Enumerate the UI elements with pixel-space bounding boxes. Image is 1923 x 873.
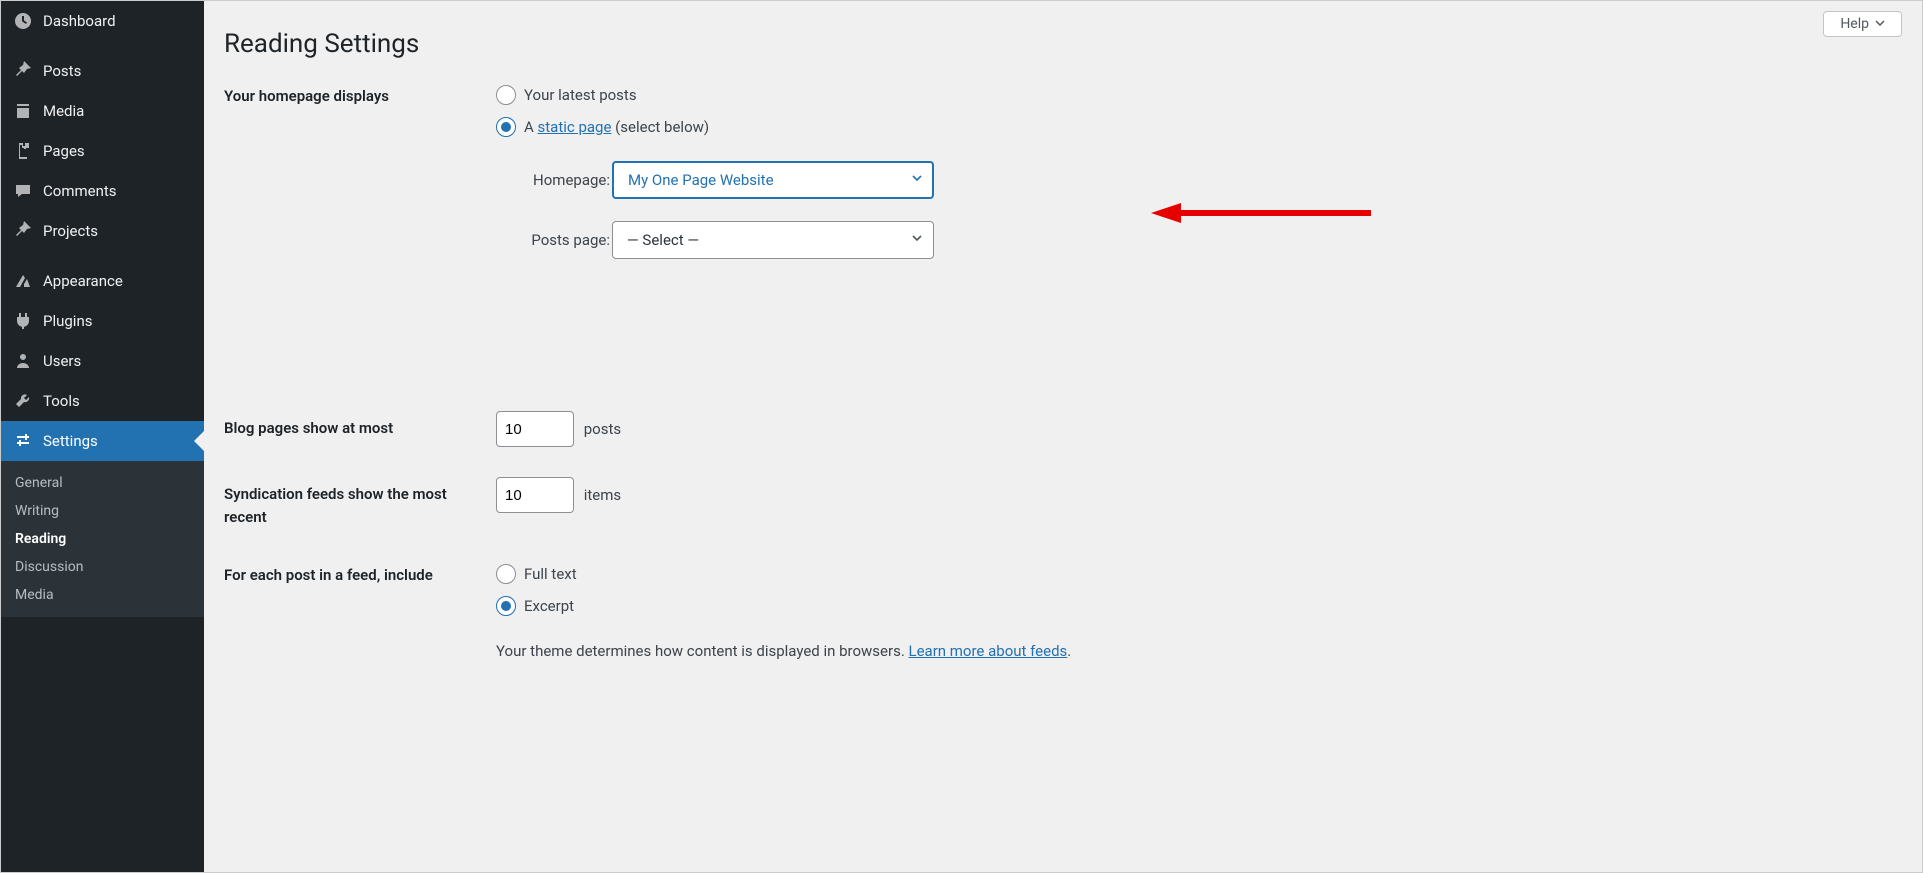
posts-page-select[interactable]: — Select — <box>612 221 934 259</box>
radio-static-page-input[interactable] <box>496 117 516 137</box>
sidebar-item-comments[interactable]: Comments <box>1 171 204 211</box>
users-icon <box>13 351 33 371</box>
blog-pages-label: Blog pages show at most <box>224 411 496 447</box>
feed-note-suffix: . <box>1067 642 1071 660</box>
sidebar-item-appearance[interactable]: Appearance <box>1 261 204 301</box>
radio-full-text-input[interactable] <box>496 564 516 584</box>
settings-icon <box>13 431 33 451</box>
media-icon <box>13 101 33 121</box>
sidebar-item-settings[interactable]: Settings <box>1 421 204 461</box>
radio-static-page[interactable]: A static page (select below) <box>496 111 1902 143</box>
sidebar-item-label: Dashboard <box>43 12 116 30</box>
sidebar-item-media[interactable]: Media <box>1 91 204 131</box>
main-content: Help Reading Settings Your homepage disp… <box>204 1 1922 872</box>
admin-sidebar: Dashboard Posts Media Pages Comments Pro… <box>1 1 204 872</box>
sidebar-item-users[interactable]: Users <box>1 341 204 381</box>
blog-pages-suffix: posts <box>584 420 621 438</box>
radio-full-text-label: Full text <box>524 565 577 583</box>
comments-icon <box>13 181 33 201</box>
radio-full-text[interactable]: Full text <box>496 558 1902 590</box>
sidebar-item-dashboard[interactable]: Dashboard <box>1 1 204 41</box>
sidebar-item-label: Comments <box>43 182 117 200</box>
homepage-select[interactable]: My One Page Website <box>612 161 934 199</box>
sidebar-item-plugins[interactable]: Plugins <box>1 301 204 341</box>
sidebar-item-label: Tools <box>43 392 80 410</box>
sidebar-item-label: Posts <box>43 62 81 80</box>
plugins-icon <box>13 311 33 331</box>
help-label: Help <box>1840 16 1869 32</box>
pages-icon <box>13 141 33 161</box>
feed-note: Your theme determines how content is dis… <box>496 642 1902 660</box>
sidebar-item-projects[interactable]: Projects <box>1 211 204 251</box>
submenu-item-media[interactable]: Media <box>1 581 204 609</box>
settings-submenu: General Writing Reading Discussion Media <box>1 461 204 617</box>
feed-note-link[interactable]: Learn more about feeds <box>909 642 1068 660</box>
submenu-item-reading[interactable]: Reading <box>1 525 204 553</box>
dashboard-icon <box>13 11 33 31</box>
blog-pages-input[interactable] <box>496 411 574 447</box>
sidebar-item-label: Pages <box>43 142 85 160</box>
radio-static-suffix: (select below) <box>611 118 709 136</box>
homepage-displays-label: Your homepage displays <box>224 79 496 281</box>
radio-excerpt-label: Excerpt <box>524 597 574 615</box>
radio-excerpt[interactable]: Excerpt <box>496 590 1902 622</box>
radio-excerpt-input[interactable] <box>496 596 516 616</box>
feed-include-label: For each post in a feed, include <box>224 558 496 660</box>
posts-page-select-value: — Select — <box>627 231 699 249</box>
radio-static-prefix: A <box>524 118 538 136</box>
posts-page-select-label: Posts page: <box>514 231 610 249</box>
page-title: Reading Settings <box>224 1 1902 79</box>
feed-note-prefix: Your theme determines how content is dis… <box>496 642 909 660</box>
radio-latest-posts-label: Your latest posts <box>524 86 637 104</box>
sidebar-item-label: Projects <box>43 222 98 240</box>
radio-latest-posts-input[interactable] <box>496 85 516 105</box>
submenu-item-writing[interactable]: Writing <box>1 497 204 525</box>
help-tab[interactable]: Help <box>1823 11 1902 37</box>
static-page-link[interactable]: static page <box>538 118 612 136</box>
radio-latest-posts[interactable]: Your latest posts <box>496 79 1902 111</box>
sidebar-item-label: Users <box>43 352 81 370</box>
sidebar-item-pages[interactable]: Pages <box>1 131 204 171</box>
sidebar-item-label: Plugins <box>43 312 92 330</box>
appearance-icon <box>13 271 33 291</box>
syndication-label: Syndication feeds show the most recent <box>224 477 496 528</box>
caret-down-icon <box>1875 16 1885 32</box>
sidebar-item-label: Media <box>43 102 84 120</box>
sidebar-item-posts[interactable]: Posts <box>1 51 204 91</box>
syndication-suffix: items <box>584 486 621 504</box>
tools-icon <box>13 391 33 411</box>
submenu-item-discussion[interactable]: Discussion <box>1 553 204 581</box>
pushpin-icon <box>13 221 33 241</box>
sidebar-item-label: Appearance <box>43 272 123 290</box>
submenu-item-general[interactable]: General <box>1 469 204 497</box>
pushpin-icon <box>13 61 33 81</box>
homepage-select-value: My One Page Website <box>628 171 774 189</box>
sidebar-item-tools[interactable]: Tools <box>1 381 204 421</box>
syndication-input[interactable] <box>496 477 574 513</box>
homepage-select-label: Homepage: <box>514 171 610 189</box>
sidebar-item-label: Settings <box>43 432 98 450</box>
